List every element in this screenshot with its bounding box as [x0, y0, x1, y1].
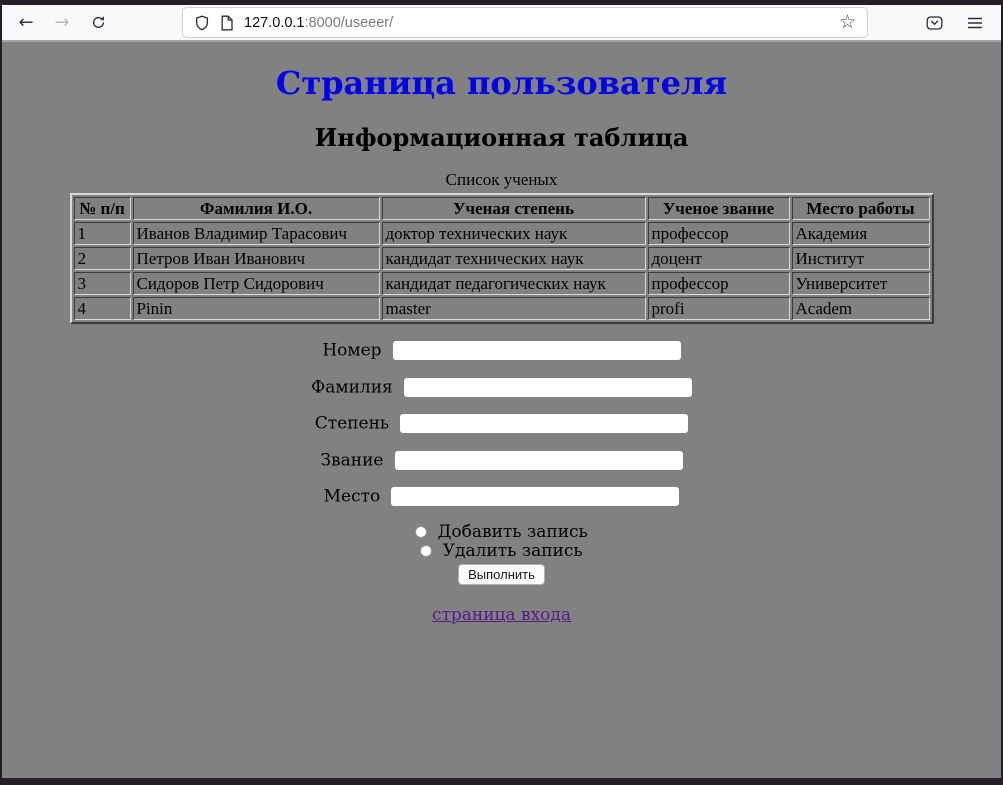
table-cell: доцент: [648, 247, 790, 270]
url-text[interactable]: 127.0.0.1:8000/useeer/: [244, 15, 829, 31]
table-cell: 1: [74, 222, 131, 245]
shield-icon: [194, 15, 210, 31]
table-cell: профессор: [648, 272, 790, 295]
page-info-icon[interactable]: [220, 15, 234, 31]
number-input[interactable]: [393, 341, 681, 360]
table-header-cell: Место работы: [792, 197, 930, 220]
url-bar[interactable]: 127.0.0.1:8000/useeer/ ☆: [182, 7, 868, 38]
form-line-place: Место: [2, 486, 1001, 507]
table-header-cell: Фамилия И.О.: [133, 197, 380, 220]
link-row: страница входа: [2, 605, 1001, 625]
surname-label: Фамилия: [311, 377, 393, 397]
table-header-cell: Ученое звание: [648, 197, 790, 220]
place-input[interactable]: [391, 487, 679, 506]
reload-icon: [91, 15, 106, 30]
form-line-number: Номер: [2, 340, 1001, 361]
reload-button[interactable]: [82, 8, 114, 37]
add-record-option: Добавить запись: [2, 523, 1001, 542]
table-cell: кандидат технических наук: [382, 247, 646, 270]
back-button[interactable]: ←: [10, 8, 42, 37]
forward-button[interactable]: →: [46, 8, 78, 37]
table-cell: Академия: [792, 222, 930, 245]
browser-window: ← → 127.0.0.1:8000/useeer/ ☆: [0, 0, 1003, 785]
table-cell: профессор: [648, 222, 790, 245]
pocket-icon[interactable]: [926, 15, 943, 31]
table-cell: Институт: [792, 247, 930, 270]
menu-hamburger-icon[interactable]: [967, 16, 983, 30]
table-cell: 3: [74, 272, 131, 295]
table-caption: Список ученых: [2, 170, 1001, 190]
table-row: 4 Pinin master profi Academ: [74, 297, 930, 320]
table-row: 2 Петров Иван Иванович кандидат техничес…: [74, 247, 930, 270]
table-cell: кандидат педагогических наук: [382, 272, 646, 295]
add-record-radio[interactable]: [415, 526, 427, 538]
table-cell: Academ: [792, 297, 930, 320]
table-header-row: № п/п Фамилия И.О. Ученая степень Ученое…: [74, 197, 930, 220]
table-cell: Университет: [792, 272, 930, 295]
add-record-label: Добавить запись: [438, 522, 588, 542]
form-line-degree: Степень: [2, 413, 1001, 434]
delete-record-label: Удалить запись: [443, 541, 583, 561]
table-cell: Петров Иван Иванович: [133, 247, 380, 270]
delete-record-option: Удалить запись: [2, 542, 1001, 561]
rank-label: Звание: [320, 450, 383, 470]
surname-input[interactable]: [404, 378, 692, 397]
table-cell: Pinin: [133, 297, 380, 320]
page-content: Страница пользователя Информационная таб…: [2, 42, 1001, 778]
table-cell: Иванов Владимир Тарасович: [133, 222, 380, 245]
scientists-table: № п/п Фамилия И.О. Ученая степень Ученое…: [70, 193, 934, 324]
bookmark-star-icon[interactable]: ☆: [839, 13, 856, 32]
table-row: 3 Сидоров Петр Сидорович кандидат педаго…: [74, 272, 930, 295]
table-row: 1 Иванов Владимир Тарасович доктор техни…: [74, 222, 930, 245]
page-subtitle: Информационная таблица: [2, 123, 1001, 152]
number-label: Номер: [322, 341, 381, 361]
table-cell: 2: [74, 247, 131, 270]
degree-label: Степень: [315, 414, 389, 434]
login-page-link[interactable]: страница входа: [432, 605, 571, 625]
url-path: :8000/useeer/: [304, 15, 393, 31]
rank-input[interactable]: [395, 451, 683, 470]
url-host: 127.0.0.1: [244, 15, 304, 31]
delete-record-radio[interactable]: [420, 545, 432, 557]
table-header-cell: № п/п: [74, 197, 131, 220]
place-label: Место: [324, 487, 381, 507]
execute-button[interactable]: Выполнить: [458, 564, 545, 585]
browser-toolbar: ← → 127.0.0.1:8000/useeer/ ☆: [2, 5, 1001, 42]
table-header-cell: Ученая степень: [382, 197, 646, 220]
table-cell: доктор технических наук: [382, 222, 646, 245]
form-line-surname: Фамилия: [2, 377, 1001, 398]
toolbar-right-icons: [926, 15, 995, 31]
page-title: Страница пользователя: [2, 64, 1001, 102]
table-cell: profi: [648, 297, 790, 320]
table-cell: Сидоров Петр Сидорович: [133, 272, 380, 295]
table-cell: master: [382, 297, 646, 320]
table-cell: 4: [74, 297, 131, 320]
form-line-rank: Звание: [2, 450, 1001, 471]
degree-input[interactable]: [400, 414, 688, 433]
record-form: Номер Фамилия Степень Звание Место: [2, 340, 1001, 585]
